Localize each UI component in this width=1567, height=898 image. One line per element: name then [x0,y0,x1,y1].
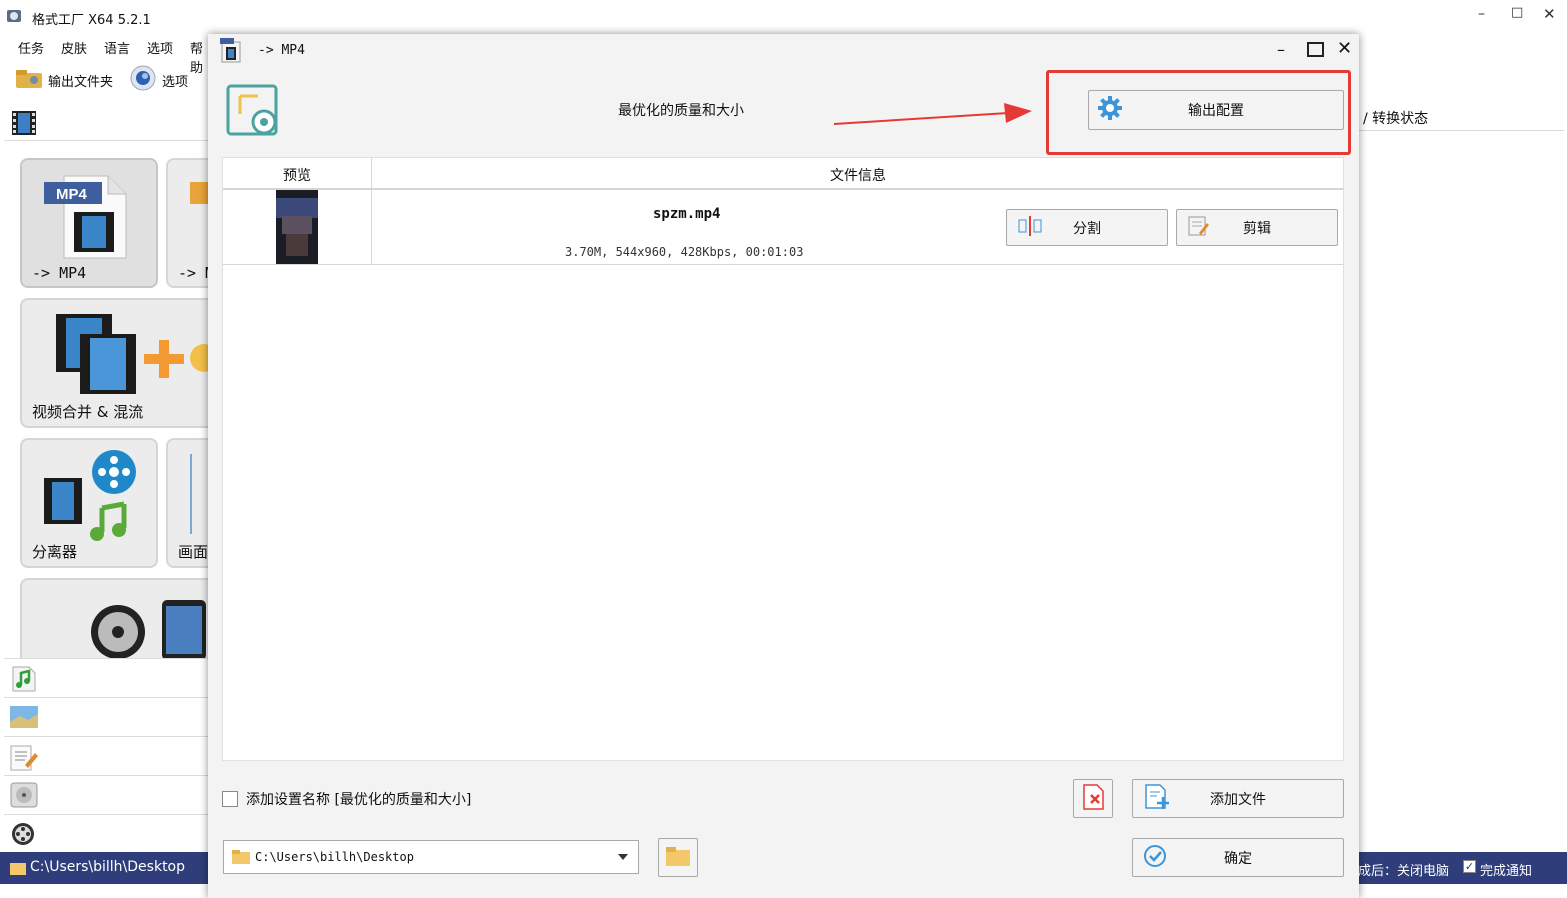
file-details: 3.70M, 544x960, 428Kbps, 00:01:03 [565,245,804,259]
film-strip-icon [10,109,38,141]
split-button[interactable]: 分割 [1006,209,1168,246]
chevron-down-icon [618,854,628,860]
output-path-value: C:\Users\billh\Desktop [255,850,414,864]
convert-status-header: / 转换状态 [1363,111,1429,127]
tile-merge-label: 视频合并 & 混流 [32,403,144,421]
output-path-select[interactable]: C:\Users\billh\Desktop [223,840,639,874]
browse-folder-button[interactable] [658,838,698,877]
main-menu-bar: 任务 皮肤 语言 选项 帮助 [0,34,210,76]
output-config-button[interactable]: 输出配置 [1088,90,1344,130]
after-done-label[interactable]: 成后：关闭电脑 [1358,860,1449,879]
clip-edit-icon [1187,215,1211,241]
landscape-image-icon [9,704,39,734]
clip-button[interactable]: 剪辑 [1176,209,1338,246]
file-name: spzm.mp4 [653,206,721,222]
clip-label: 剪辑 [1243,220,1271,237]
tile-splitter-label: 分离器 [32,543,78,561]
tile-second-badge [190,182,210,204]
file-table: 预览 文件信息 spzm.mp4 3.70M, 544x960, 428Kbps… [222,157,1344,761]
rom-device-icon [9,781,39,813]
film-reel-icon [9,820,39,854]
notify-checkbox[interactable]: ✓ [1463,860,1476,873]
main-close-button[interactable]: ✕ [1543,5,1556,23]
table-row[interactable]: spzm.mp4 3.70M, 544x960, 428Kbps, 00:01:… [223,190,1343,265]
tile-video-merge[interactable]: 视频合并 & 混流 [20,298,230,428]
video-category-header[interactable] [4,104,210,141]
add-file-button[interactable]: 添加文件 [1132,779,1344,818]
table-header: 预览 文件信息 [223,158,1343,190]
output-folder-label: 输出文件夹 [48,74,114,90]
convert-status-label: 转换状态 [1372,111,1429,127]
add-setting-name-option[interactable]: 添加设置名称 [最优化的质量和大小] [222,789,471,809]
menu-task[interactable]: 任务 [18,38,44,57]
svg-text:MP4: MP4 [56,186,88,203]
menu-options[interactable]: 选项 [147,38,173,57]
remove-file-icon [1080,783,1106,815]
video-merge-icon [52,310,228,404]
tile-device[interactable] [20,578,230,658]
options-button[interactable]: 选项 [128,64,189,96]
dialog-title: -> MP4 [258,43,305,58]
main-maximize-button[interactable]: □ [1511,5,1523,20]
music-note-icon [9,665,37,697]
col-header-preview: 预览 [283,168,311,184]
task-list-header: / 转换状态 [1358,102,1564,131]
category-audio[interactable] [4,658,210,697]
tile-convert-mp4[interactable]: MP4 -> MP4 [20,158,158,288]
category-tools[interactable] [4,814,210,853]
preset-settings-icon[interactable] [226,84,280,142]
disc-phone-icon [90,600,210,658]
main-title-bar: 格式工厂 X64 5.2.1 – □ ✕ [0,0,1567,34]
add-file-label: 添加文件 [1210,791,1266,808]
options-label: 选项 [162,74,189,90]
folder-icon [14,67,44,93]
category-disc[interactable] [4,775,210,814]
category-image[interactable] [4,697,210,736]
video-thumbnail [276,190,318,264]
splitter-icon [42,448,152,548]
add-setting-name-checkbox[interactable] [222,791,238,807]
check-circle-icon [1143,844,1167,872]
output-folder-button[interactable]: 输出文件夹 [14,68,113,92]
tile-mp4-label: -> MP4 [32,264,87,282]
mp4-file-icon: MP4 [44,172,134,266]
output-config-label: 输出配置 [1188,103,1244,119]
main-minimize-button[interactable]: – [1478,6,1485,22]
statusbar-folder-icon [10,861,26,879]
dialog-close-button[interactable]: ✕ [1337,38,1352,59]
options-globe-icon [128,64,158,96]
add-setting-name-label: 添加设置名称 [最优化的质量和大小] [246,792,472,808]
row-divider [371,190,372,264]
statusbar-path[interactable]: C:\Users\billh\Desktop [30,859,185,875]
remove-file-button[interactable] [1073,779,1113,818]
menu-skin[interactable]: 皮肤 [61,38,87,57]
confirm-label: 确定 [1224,850,1252,867]
folder-icon [665,845,691,871]
app-logo-icon [6,8,22,24]
path-folder-icon [232,850,250,868]
notify-label: 完成通知 [1480,864,1533,879]
split-label: 分割 [1073,220,1101,237]
dialog-title-bar: -> MP4 – ✕ [208,34,1359,70]
menu-language[interactable]: 语言 [104,38,130,57]
dialog-maximize-button[interactable] [1307,42,1324,57]
tile-screen-label: 画面 [178,543,209,561]
split-icon [1017,215,1043,240]
dialog-minimize-button[interactable]: – [1277,40,1285,59]
col-header-fileinfo: 文件信息 [830,168,886,184]
annotation-arrow [833,103,1032,125]
app-title: 格式工厂 X64 5.2.1 [32,13,151,28]
dialog-film-icon [220,38,242,68]
preset-name: 最优化的质量和大小 [618,103,744,119]
document-edit-icon [9,743,39,775]
category-document[interactable] [4,736,210,775]
screen-frame-icon [190,454,192,534]
gear-icon [1097,95,1123,125]
tile-splitter[interactable]: 分离器 [20,438,158,568]
category-panel: MP4 -> MP4 -> M 视频合并 & 混流 分离器 画面 [0,100,230,860]
main-toolbar: 输出文件夹 选项 [0,62,210,98]
convert-dialog: -> MP4 – ✕ 最优化的质量和大小 输出配置 预览 文件信息 spzm.m… [208,34,1359,898]
confirm-button[interactable]: 确定 [1132,838,1344,877]
add-file-icon [1143,783,1171,815]
